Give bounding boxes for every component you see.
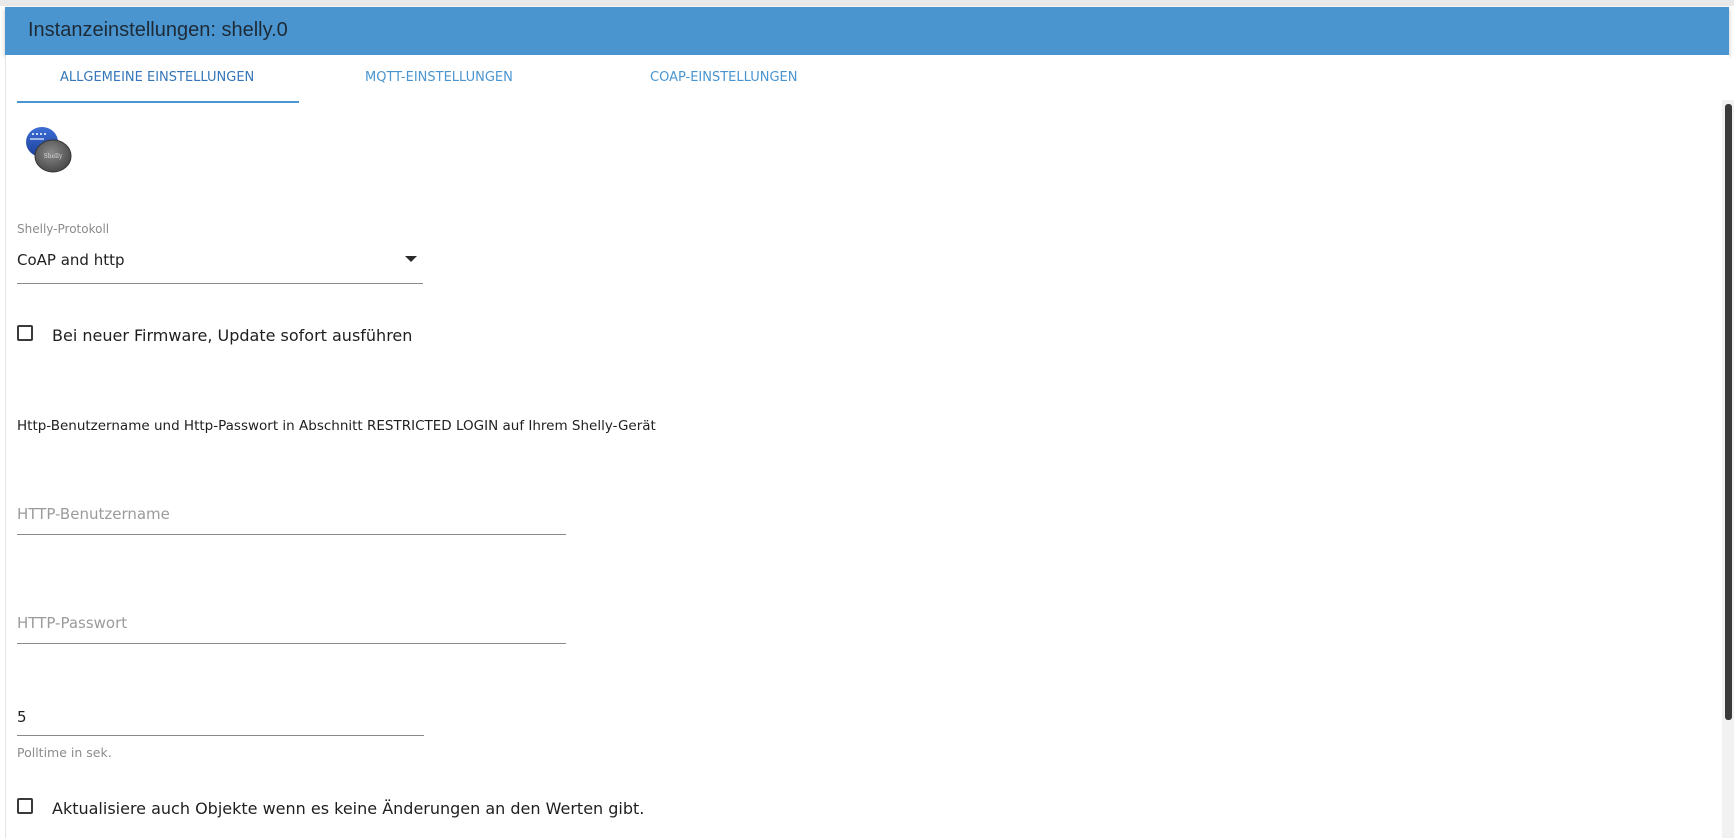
autoupdate-checkbox[interactable] [17,325,33,341]
scrollbar-thumb[interactable] [1725,104,1732,720]
tab-coap-einstellungen[interactable]: COAP-EINSTELLUNGEN [650,70,798,85]
http-password-input[interactable] [17,603,566,644]
tab-mqtt-einstellungen[interactable]: MQTT-EINSTELLUNGEN [365,70,513,85]
shelly-logo-icon: Shelly [26,127,72,173]
svg-text:Shelly: Shelly [44,153,63,160]
autoupdate-label[interactable]: Bei neuer Firmware, Update sofort ausfüh… [52,326,412,345]
update-unchanged-label[interactable]: Aktualisiere auch Objekte wenn es keine … [52,799,644,818]
dialog-header: Instanzeinstellungen: shelly.0 [5,7,1729,55]
update-unchanged-checkbox[interactable] [17,798,33,814]
protocol-label: Shelly-Protokoll [17,222,110,236]
dialog-title: Instanzeinstellungen: shelly.0 [28,19,288,41]
protocol-select-value: CoAP and http [17,251,125,269]
polltime-helper: Polltime in sek. [17,745,112,760]
chevron-down-icon [405,256,417,262]
tab-allgemeine-einstellungen[interactable]: ALLGEMEINE EINSTELLUNGEN [60,70,254,85]
active-tab-indicator [17,101,299,103]
polltime-input[interactable] [17,698,424,736]
protocol-select[interactable]: CoAP and http [17,248,423,284]
http-username-input[interactable] [17,494,566,535]
http-login-info: Http-Benutzername und Http-Passwort in A… [17,418,656,434]
window-top-strip [0,0,1734,6]
